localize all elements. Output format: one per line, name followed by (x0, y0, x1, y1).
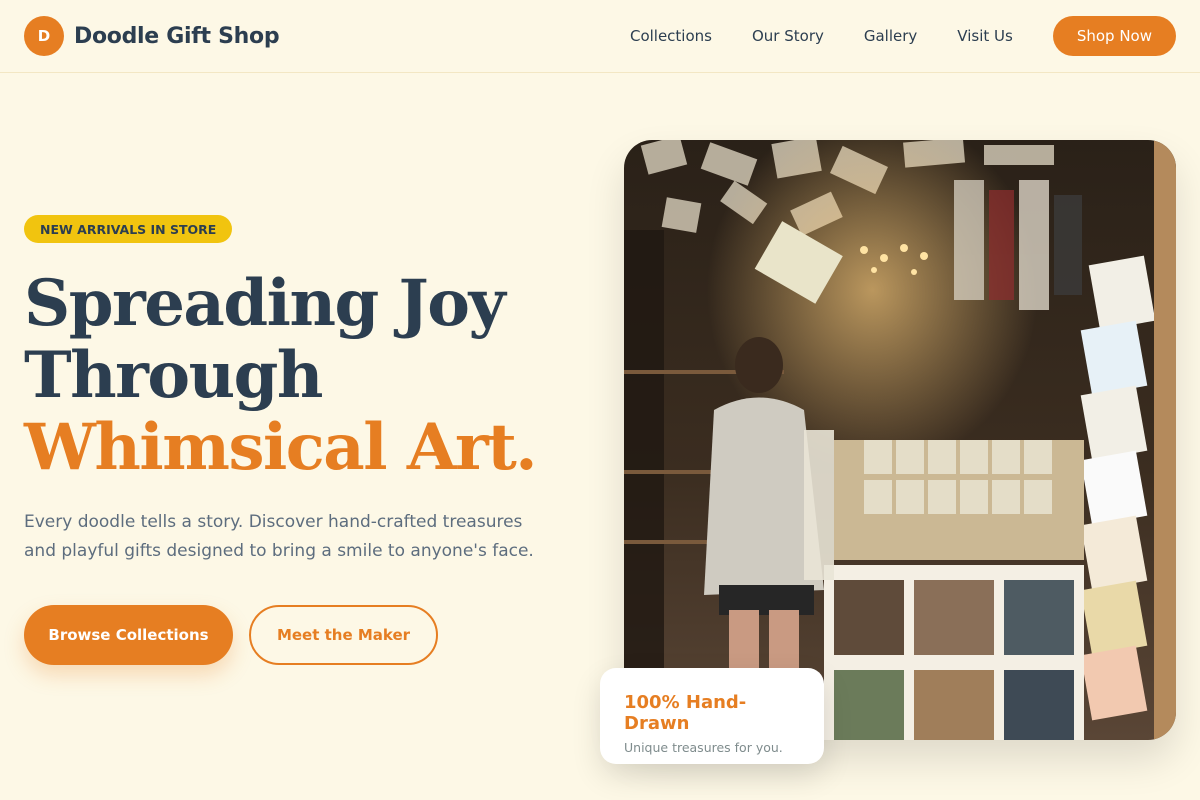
hero-title: Spreading Joy Through Whimsical Art. (24, 268, 584, 484)
hero-subtitle: Every doodle tells a story. Discover han… (24, 512, 534, 561)
shop-photo-illustration (624, 140, 1176, 740)
logo-badge: D (24, 16, 64, 56)
brand-logo[interactable]: D Doodle Gift Shop (24, 16, 280, 56)
hero-shop-photo (624, 140, 1176, 740)
nav-link-collections[interactable]: Collections (630, 27, 712, 45)
main-nav: Collections Our Story Gallery Visit Us S… (630, 16, 1176, 56)
hero-title-line-1: Spreading Joy (24, 266, 506, 341)
hero-title-line-2: Through (24, 338, 323, 413)
hero-title-line-3: Whimsical Art. (24, 410, 538, 485)
new-arrivals-badge: NEW ARRIVALS IN STORE (24, 215, 233, 243)
hand-drawn-subtitle: Unique treasures for you. (624, 740, 783, 755)
meet-the-maker-button[interactable]: Meet the Maker (249, 605, 438, 665)
brand-name: Doodle Gift Shop (74, 23, 280, 49)
site-header: D Doodle Gift Shop Collections Our Story… (0, 0, 1200, 73)
shop-now-button[interactable]: Shop Now (1052, 16, 1176, 56)
browse-collections-button[interactable]: Browse Collections (24, 605, 233, 665)
nav-link-our-story[interactable]: Our Story (752, 27, 824, 45)
hand-drawn-title: 100% Hand-Drawn (624, 692, 747, 734)
nav-link-visit-us[interactable]: Visit Us (957, 27, 1013, 45)
nav-link-gallery[interactable]: Gallery (864, 27, 917, 45)
hand-drawn-card: 100% Hand-Drawn Unique treasures for you… (600, 668, 824, 764)
